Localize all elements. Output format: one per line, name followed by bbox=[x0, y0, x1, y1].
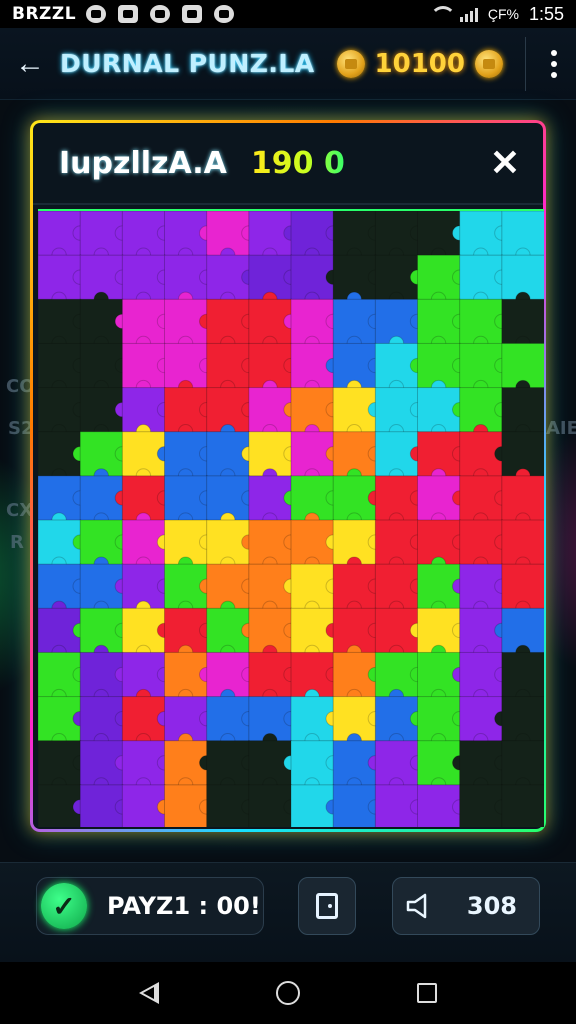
exit-door-button[interactable] bbox=[298, 877, 356, 935]
background-label: AIE bbox=[546, 418, 576, 439]
clock: 1:55 bbox=[528, 3, 564, 24]
back-button[interactable]: ← bbox=[0, 28, 60, 100]
coin-icon bbox=[336, 49, 365, 78]
whatsapp-icon bbox=[86, 5, 107, 23]
sound-button[interactable]: 308 bbox=[392, 877, 540, 935]
more-dot-icon bbox=[551, 60, 557, 67]
system-nav-bar bbox=[0, 962, 576, 1024]
close-icon: ✕ bbox=[489, 142, 521, 183]
close-button[interactable]: ✕ bbox=[485, 142, 525, 183]
board-sheen bbox=[38, 211, 544, 827]
coin-icon bbox=[475, 49, 503, 78]
panel-header: IupzllzA.A 190 0 ✕ bbox=[33, 123, 543, 205]
alarm-icon bbox=[150, 5, 171, 23]
screen-icon bbox=[182, 5, 203, 23]
app-title: DURNAL PUNZ.LA bbox=[60, 49, 315, 78]
app-bar: ← DURNAL PUNZ.LA 10100 bbox=[0, 28, 576, 100]
bottom-toolbar: ✓ PAYZ1 : 00! 308 bbox=[0, 862, 576, 962]
coin-balance[interactable]: 10100 bbox=[336, 48, 503, 79]
nav-recent-icon[interactable] bbox=[417, 983, 438, 1003]
background-label: R bbox=[10, 532, 24, 553]
carrier-label: BRZZL bbox=[12, 4, 77, 24]
more-dot-icon bbox=[551, 49, 557, 56]
more-dot-icon bbox=[551, 71, 557, 78]
arrow-left-icon: ← bbox=[15, 46, 45, 80]
wifi-icon bbox=[429, 6, 456, 22]
panel-score: 190 0 bbox=[250, 145, 345, 181]
puzzle-grid[interactable] bbox=[38, 211, 544, 827]
notification-icons bbox=[86, 5, 235, 23]
sound-value: 308 bbox=[466, 892, 517, 920]
status-label: PAYZ1 : 00! bbox=[107, 892, 261, 920]
settings-icon bbox=[214, 5, 235, 23]
more-options-button[interactable] bbox=[532, 28, 576, 100]
panel-title: IupzllzA.A bbox=[59, 145, 227, 181]
door-icon bbox=[316, 893, 338, 919]
divider bbox=[525, 36, 526, 91]
progress-status[interactable]: ✓ PAYZ1 : 00! bbox=[36, 877, 264, 935]
puzzle-board[interactable] bbox=[38, 209, 544, 827]
puzzle-panel: IupzllzA.A 190 0 ✕ bbox=[30, 120, 546, 832]
check-icon: ✓ bbox=[41, 883, 87, 929]
status-bar: BRZZL ÇF% 1:55 bbox=[0, 0, 576, 28]
coin-count: 10100 bbox=[374, 48, 465, 79]
signal-icon bbox=[459, 6, 478, 22]
image-icon bbox=[118, 5, 139, 23]
battery-label: ÇF% bbox=[487, 6, 519, 22]
nav-back-icon[interactable] bbox=[138, 982, 159, 1004]
speaker-icon bbox=[406, 893, 427, 919]
nav-home-icon[interactable] bbox=[275, 981, 300, 1005]
